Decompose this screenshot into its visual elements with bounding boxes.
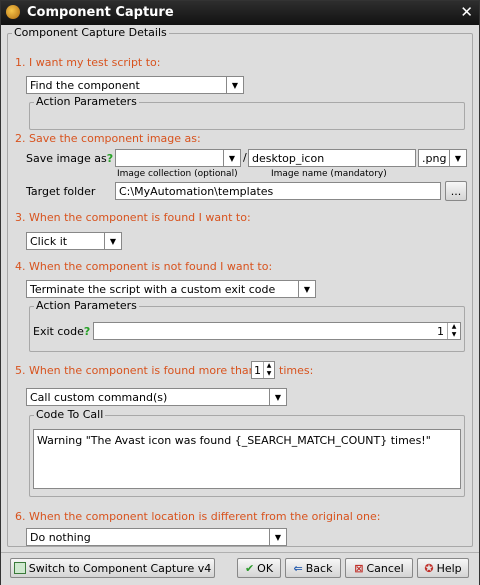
code-textarea[interactable]: Warning "The Avast icon was found {_SEAR… — [33, 429, 461, 489]
image-name-caption: Image name (mandatory) — [271, 169, 387, 179]
chevron-down-icon[interactable]: ▼ — [226, 77, 243, 93]
step5-dropdown-value: Call custom command(s) — [30, 391, 168, 404]
switch-version-button[interactable]: Switch to Component Capture v4 — [10, 558, 215, 578]
step6-label: 6. When the component location is differ… — [15, 510, 381, 523]
image-name-input[interactable]: desktop_icon — [248, 149, 416, 167]
target-folder-input[interactable]: C:\MyAutomation\templates — [115, 182, 441, 200]
exit-code-label: Exit code? — [33, 325, 91, 338]
step3-dropdown-value: Click it — [30, 235, 68, 248]
chevron-down-icon[interactable]: ▼ — [104, 233, 121, 249]
step1-params-legend: Action Parameters — [34, 95, 139, 108]
chevron-down-icon[interactable]: ▼ — [298, 281, 315, 297]
spinner-arrows-icon[interactable]: ▲ ▼ — [447, 323, 460, 339]
close-icon[interactable]: ✕ — [460, 3, 473, 21]
image-extension-dropdown[interactable]: .png ▼ — [418, 149, 467, 167]
code-to-call-legend: Code To Call — [34, 408, 106, 421]
exit-code-spinner[interactable]: 1 ▲ ▼ — [93, 322, 461, 340]
step6-action-dropdown[interactable]: Do nothing ▼ — [26, 528, 287, 546]
title-bar: Component Capture ✕ — [1, 1, 479, 25]
help-label: Help — [436, 561, 462, 575]
match-count-value: 1 — [254, 364, 261, 377]
help-question-icon: ? — [83, 325, 91, 338]
back-arrow-icon: ⇐ — [293, 561, 303, 575]
switch-icon — [13, 562, 26, 574]
step4-label: 4. When the component is not found I wan… — [15, 260, 273, 273]
image-collection-dropdown[interactable]: ▼ — [115, 149, 241, 167]
cancel-icon: ⊠ — [354, 561, 364, 575]
step2-label: 2. Save the component image as: — [15, 132, 201, 145]
step1-params-group: Action Parameters — [29, 95, 465, 130]
step6-dropdown-value: Do nothing — [30, 531, 91, 544]
switch-version-label: Switch to Component Capture v4 — [28, 561, 212, 575]
step3-action-dropdown[interactable]: Click it ▼ — [26, 232, 122, 250]
chevron-down-icon[interactable]: ▼ — [269, 529, 286, 545]
browse-button[interactable]: ... — [445, 181, 467, 201]
back-label: Back — [305, 561, 333, 575]
step3-label: 3. When the component is found I want to… — [15, 211, 251, 224]
step5-label-suffix: times: — [279, 364, 314, 377]
cancel-label: Cancel — [366, 561, 404, 575]
details-legend: Component Capture Details — [12, 26, 169, 39]
step1-label: 1. I want my test script to: — [15, 56, 161, 69]
match-count-spinner[interactable]: 1 ▲ ▼ — [251, 361, 275, 379]
chevron-down-icon[interactable]: ▼ — [269, 389, 286, 405]
step1-action-dropdown[interactable]: Find the component ▼ — [26, 76, 244, 94]
window-title: Component Capture — [27, 5, 174, 20]
step4-action-dropdown[interactable]: Terminate the script with a custom exit … — [26, 280, 316, 298]
step4-params-legend: Action Parameters — [34, 299, 139, 312]
step5-label: 5. When the component is found more than — [15, 364, 256, 377]
checkmark-icon: ✔ — [244, 561, 255, 575]
help-question-icon: ? — [106, 152, 114, 165]
step4-dropdown-value: Terminate the script with a custom exit … — [30, 283, 276, 296]
back-button[interactable]: ⇐ Back — [285, 558, 341, 578]
exit-code-value: 1 — [437, 325, 444, 338]
step5-action-dropdown[interactable]: Call custom command(s) ▼ — [26, 388, 287, 406]
help-button[interactable]: ✪ Help — [417, 558, 469, 578]
chevron-down-icon[interactable]: ▼ — [223, 150, 240, 166]
save-image-label: Save image as? — [26, 152, 114, 165]
ok-label: OK — [257, 561, 274, 575]
chevron-down-icon[interactable]: ▼ — [449, 150, 466, 166]
cancel-button[interactable]: ⊠ Cancel — [345, 558, 413, 578]
app-icon — [6, 5, 20, 19]
target-folder-label: Target folder — [26, 185, 96, 198]
image-extension-value: .png — [422, 152, 447, 165]
path-separator: / — [243, 151, 247, 164]
ok-button[interactable]: ✔ OK — [237, 558, 281, 578]
image-collection-caption: Image collection (optional) — [117, 169, 238, 179]
step1-dropdown-value: Find the component — [30, 79, 140, 92]
component-capture-window: Component Capture ✕ Component Capture De… — [0, 0, 480, 585]
lifebuoy-icon: ✪ — [424, 561, 434, 575]
spinner-arrows-icon[interactable]: ▲ ▼ — [263, 362, 274, 378]
